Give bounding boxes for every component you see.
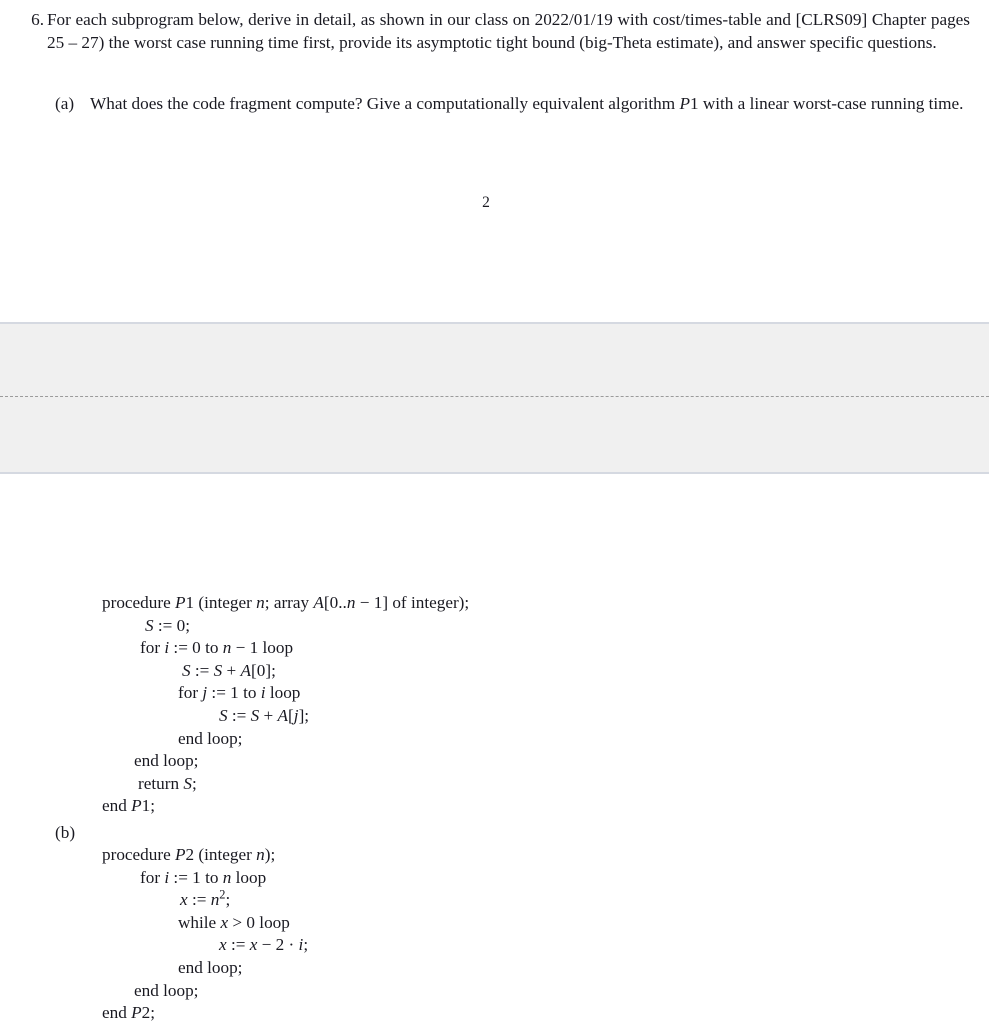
code-line: S := S + A[j]; [219,705,310,725]
code-line: end loop; [134,751,199,771]
code-line: x := x − 2 · i; [219,935,309,955]
code-line: end P1; [102,796,155,816]
sub-item-b-marker: (b) [55,823,76,842]
problem-text: For each subprogram below, derive in det… [47,10,970,53]
problem-number: 6. [31,10,44,29]
page-break-gutter [0,322,989,474]
code-line: end loop; [178,957,243,977]
page-break-divider [0,396,989,397]
code-line: x := n2; [180,887,231,910]
code-line: procedure P2 (integer n); [102,845,276,864]
code-listing-p2: procedure P2 (integer n); for i := 1 to … [102,844,308,1025]
code-line: end loop; [178,728,243,748]
sub-item-a-text: What does the code fragment compute? Giv… [90,94,964,113]
code-listing-p1: procedure P1 (integer n; array A[0..n − … [102,592,469,818]
code-line: end loop; [134,980,199,1000]
sub-item-a-marker: (a) [55,94,75,113]
code-line: S := 0; [145,615,191,635]
code-line: return S; [138,773,197,793]
code-line: while x > 0 loop [178,912,290,932]
code-line: for i := 0 to n − 1 loop [140,638,294,658]
code-line: for j := 1 to i loop [178,683,301,703]
code-line: end P2; [102,1003,155,1023]
code-line: for i := 1 to n loop [140,867,267,887]
page-number: 2 [482,194,490,211]
code-line: S := S + A[0]; [182,660,276,680]
code-line: procedure P1 (integer n; array A[0..n − … [102,593,470,612]
